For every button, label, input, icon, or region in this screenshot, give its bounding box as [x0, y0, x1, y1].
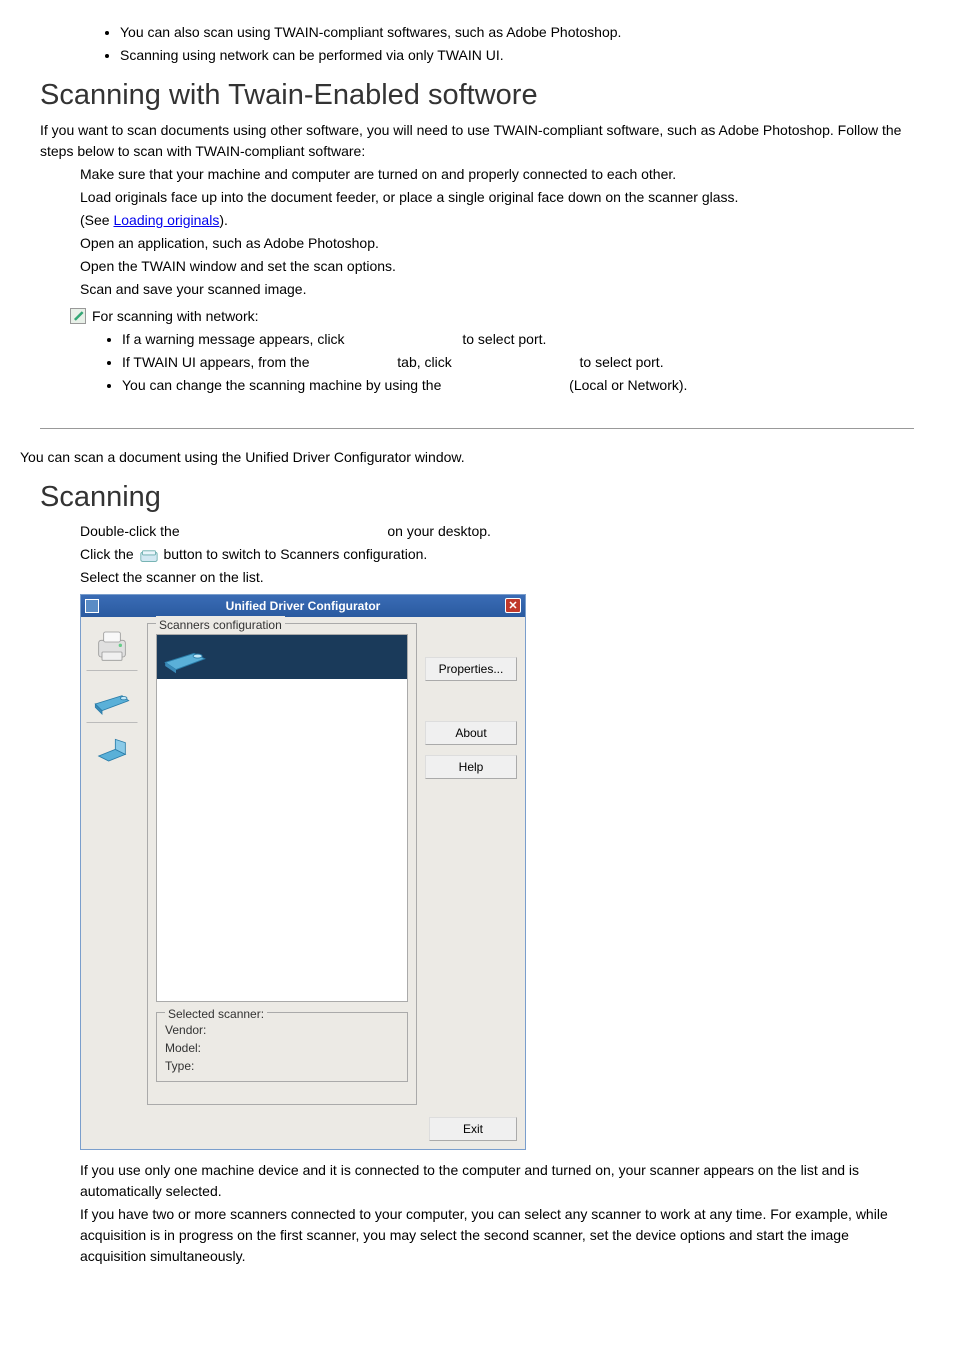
- step-text: Load originals face up into the document…: [80, 187, 914, 208]
- note-label: For scanning with network:: [92, 308, 259, 324]
- text-fragment: (See: [80, 212, 113, 228]
- about-button[interactable]: About: [425, 721, 517, 745]
- intro-bullet-list: You can also scan using TWAIN-compliant …: [80, 22, 914, 66]
- step-text: (See Loading originals).: [80, 210, 914, 231]
- titlebar: Unified Driver Configurator ✕: [81, 595, 525, 617]
- sidebar: [81, 617, 143, 1111]
- list-item: You can also scan using TWAIN-compliant …: [120, 22, 914, 43]
- text-fragment: on your desktop.: [387, 523, 491, 539]
- step-text: If you have two or more scanners connect…: [80, 1204, 914, 1267]
- selected-scanner-box: Selected scanner: Vendor: Model: Type:: [156, 1012, 408, 1082]
- note-block: For scanning with network: If a warning …: [70, 306, 914, 398]
- step-text: Click the button to switch to Scanners c…: [80, 544, 914, 565]
- text-fragment: Double-click the: [80, 523, 184, 539]
- close-icon[interactable]: ✕: [505, 598, 521, 613]
- section-intro: If you want to scan documents using othe…: [40, 120, 914, 162]
- type-label: Type:: [165, 1057, 399, 1075]
- text-fragment: ).: [219, 212, 228, 228]
- text-fragment: (Local or Network).: [569, 377, 687, 393]
- scanners-groupbox: Scanners configuration Selected scanner:…: [147, 623, 417, 1105]
- text-fragment: If TWAIN UI appears, from the: [122, 354, 313, 370]
- help-button[interactable]: Help: [425, 755, 517, 779]
- list-item: If TWAIN UI appears, from the tab, click…: [122, 352, 914, 373]
- loading-originals-link[interactable]: Loading originals: [113, 212, 219, 228]
- sidebar-scanners-icon[interactable]: [86, 675, 138, 723]
- model-label: Model:: [165, 1039, 399, 1057]
- scanner-list-item[interactable]: [157, 635, 407, 679]
- exit-button[interactable]: Exit: [429, 1117, 517, 1141]
- properties-button[interactable]: Properties...: [425, 657, 517, 681]
- note-icon: [70, 308, 86, 324]
- list-item: If a warning message appears, click to s…: [122, 329, 914, 350]
- section-heading-scanning: Scanning: [40, 476, 914, 520]
- window-icon: [85, 599, 99, 613]
- text-fragment: You can change the scanning machine by u…: [122, 377, 445, 393]
- configurator-window: Unified Driver Configurator ✕ Scanners c…: [80, 594, 526, 1150]
- step-text: Scan and save your scanned image.: [80, 279, 914, 300]
- sidebar-ports-icon[interactable]: [86, 727, 138, 775]
- text-fragment: Click the: [80, 546, 138, 562]
- groupbox-title: Scanners configuration: [156, 616, 285, 634]
- text-fragment: If a warning message appears, click: [122, 331, 348, 347]
- window-title: Unified Driver Configurator: [226, 597, 381, 615]
- selected-scanner-title: Selected scanner:: [165, 1005, 267, 1023]
- step-text: Open the TWAIN window and set the scan o…: [80, 256, 914, 277]
- scanner-button-icon: [140, 548, 158, 562]
- text-fragment: to select port.: [462, 331, 546, 347]
- step-text: Double-click the on your desktop.: [80, 521, 914, 542]
- step-text: Make sure that your machine and computer…: [80, 164, 914, 185]
- list-item: Scanning using network can be performed …: [120, 45, 914, 66]
- vendor-label: Vendor:: [165, 1021, 399, 1039]
- scanner-list[interactable]: [156, 634, 408, 1002]
- list-item: You can change the scanning machine by u…: [122, 375, 914, 396]
- step-text: Open an application, such as Adobe Photo…: [80, 233, 914, 254]
- step-text: If you use only one machine device and i…: [80, 1160, 914, 1202]
- step-text: Select the scanner on the list.: [80, 567, 914, 588]
- section-lead: You can scan a document using the Unifie…: [20, 447, 914, 468]
- section-heading-twain: Scanning with Twain-Enabled softwore: [40, 74, 914, 118]
- divider: [40, 428, 914, 429]
- text-fragment: button to switch to Scanners configurati…: [163, 546, 427, 562]
- text-fragment: tab, click: [397, 354, 455, 370]
- text-fragment: to select port.: [580, 354, 664, 370]
- sidebar-printers-icon[interactable]: [86, 623, 138, 671]
